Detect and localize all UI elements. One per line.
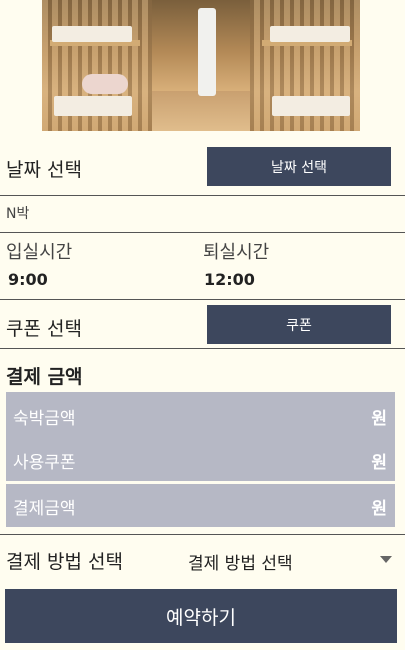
lodging-amount-label: 숙박금액 — [13, 409, 76, 429]
payment-summary-box: 숙박금액 원 사용쿠폰 원 — [6, 392, 395, 481]
payment-method-label: 결제 방법 선택 — [6, 551, 123, 573]
nights-text: N박 — [6, 206, 30, 222]
room-photo — [42, 0, 360, 131]
checkin-value: 9:00 — [8, 270, 48, 289]
divider — [0, 348, 405, 349]
payment-title: 결제 금액 — [6, 366, 83, 388]
divider — [0, 232, 405, 233]
payment-method-select[interactable]: 결제 방법 선택 — [188, 549, 293, 574]
date-label: 날짜 선택 — [6, 159, 82, 181]
chevron-down-icon[interactable] — [380, 556, 392, 563]
checkin-label: 입실시간 — [6, 242, 73, 263]
checkout-label: 퇴실시간 — [203, 242, 270, 263]
coupon-label: 쿠폰 선택 — [6, 318, 82, 340]
date-select-button[interactable]: 날짜 선택 — [207, 147, 391, 186]
coupon-amount-unit: 원 — [371, 453, 387, 473]
checkout-value: 12:00 — [204, 270, 255, 289]
coupon-select-button[interactable]: 쿠폰 — [207, 305, 391, 344]
divider — [0, 299, 405, 300]
total-amount-box: 결제금액 원 — [6, 484, 395, 527]
total-amount-unit: 원 — [371, 499, 387, 519]
divider — [0, 534, 405, 535]
lodging-amount-unit: 원 — [371, 409, 387, 429]
reserve-button[interactable]: 예약하기 — [5, 589, 397, 643]
divider — [0, 195, 405, 196]
total-amount-label: 결제금액 — [13, 499, 76, 519]
coupon-amount-label: 사용쿠폰 — [13, 453, 76, 473]
